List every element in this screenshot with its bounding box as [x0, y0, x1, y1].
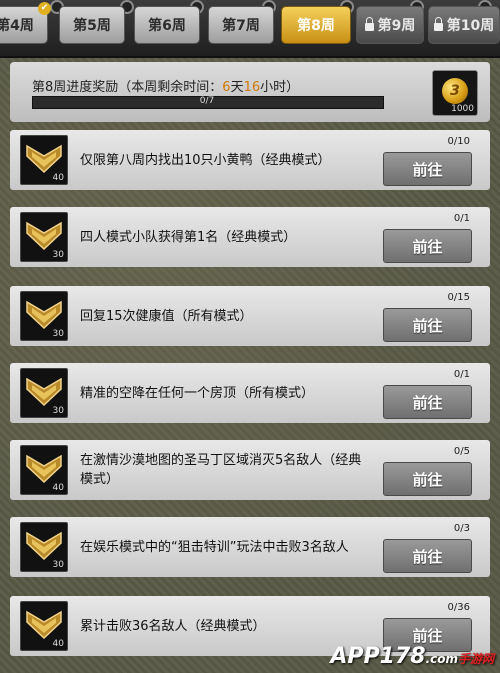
go-button[interactable]: 前往 — [383, 308, 472, 342]
task-progress: 0/36 — [447, 602, 470, 613]
task-row: 30 在娱乐模式中的“狙击特训”玩法中击败3名敌人 0/3 前往 — [10, 517, 490, 577]
lock-icon — [364, 17, 374, 31]
task-points: 30 — [52, 406, 64, 416]
tab-label: 第8周 — [297, 18, 335, 34]
task-points: 40 — [52, 173, 64, 183]
gold-coin-icon: 3 — [442, 78, 468, 104]
task-points: 40 — [52, 483, 64, 493]
lock-icon — [433, 17, 443, 31]
task-row: 40 仅限第八周内找出10只小黄鸭（经典模式） 0/10 前往 — [10, 130, 490, 190]
rank-badge: 30 — [20, 522, 68, 572]
watermark-main: APP178 — [330, 644, 426, 669]
tab-label: 第6周 — [148, 18, 186, 34]
chevron-rank-icon — [26, 144, 62, 174]
hours-unit: 小时） — [260, 80, 300, 95]
task-description: 在激情沙漠地图的圣马丁区域消灭5名敌人（经典模式） — [80, 453, 362, 487]
tab-label: 第10周 — [446, 18, 495, 34]
task-points: 30 — [52, 250, 64, 260]
go-button[interactable]: 前往 — [383, 462, 472, 496]
task-points: 30 — [52, 329, 64, 339]
task-row: 30 精准的空降在任何一个房顶（所有模式） 0/1 前往 — [10, 363, 490, 423]
task-description: 精准的空降在任何一个房顶（所有模式） — [80, 385, 315, 401]
tab-week-10[interactable]: 第10周 — [428, 6, 500, 44]
chevron-rank-icon — [26, 610, 62, 640]
go-button[interactable]: 前往 — [383, 229, 472, 263]
tab-week-4[interactable]: 第4周 ✔ — [0, 2, 51, 44]
task-progress: 0/3 — [453, 523, 470, 534]
rank-badge: 30 — [20, 212, 68, 262]
reward-slot[interactable]: 3 1000 — [432, 70, 478, 116]
rank-badge: 40 — [20, 601, 68, 651]
rank-badge: 30 — [20, 368, 68, 418]
task-description: 仅限第八周内找出10只小黄鸭（经典模式） — [80, 152, 331, 168]
week-tab-bar: 第4周 ✔ 第5周 第6周 第7周 第8周 第9周 第10周 — [0, 0, 500, 58]
remaining-days: 6 — [222, 80, 231, 95]
remaining-hours: 16 — [243, 80, 261, 95]
tab-label: 第4周 — [0, 18, 34, 34]
checkmark-icon: ✔ — [38, 2, 51, 15]
days-unit: 天 — [230, 80, 244, 95]
task-row: 30 四人模式小队获得第1名（经典模式） 0/1 前往 — [10, 207, 490, 267]
go-button[interactable]: 前往 — [383, 385, 472, 419]
chevron-rank-icon — [26, 454, 62, 484]
tab-week-5[interactable]: 第5周 — [59, 6, 125, 44]
progress-text: 0/7 — [199, 96, 215, 106]
tab-label: 第9周 — [377, 18, 416, 34]
rank-badge: 40 — [20, 135, 68, 185]
task-description: 四人模式小队获得第1名（经典模式） — [80, 229, 297, 245]
watermark-domain: .com — [425, 652, 458, 666]
rank-badge: 30 — [20, 291, 68, 341]
task-description: 累计击败36名敌人（经典模式） — [80, 618, 266, 634]
task-points: 40 — [52, 639, 64, 649]
progress-title: 第8周进度奖励（本周剩余时间：6天16小时） — [32, 76, 299, 95]
task-row: 30 回复15次健康值（所有模式） 0/15 前往 — [10, 286, 490, 346]
tab-week-7[interactable]: 第7周 — [208, 6, 274, 44]
chevron-rank-icon — [26, 221, 62, 251]
tab-week-8[interactable]: 第8周 — [281, 6, 351, 44]
tab-week-9[interactable]: 第9周 — [356, 6, 424, 44]
task-row: 40 在激情沙漠地图的圣马丁区域消灭5名敌人（经典模式） 0/5 前往 — [10, 440, 490, 500]
site-watermark: APP178.com手游网 — [330, 644, 494, 669]
tab-label: 第7周 — [222, 18, 260, 34]
watermark-sub: 手游网 — [457, 652, 494, 666]
task-progress: 0/5 — [453, 446, 470, 457]
weekly-progress-panel: 第8周进度奖励（本周剩余时间：6天16小时） 0/7 3 1000 — [10, 62, 490, 122]
go-button[interactable]: 前往 — [383, 539, 472, 573]
progress-title-text: 第8周进度奖励（本周剩余时间： — [32, 80, 223, 95]
task-progress: 0/1 — [453, 213, 470, 224]
task-progress: 0/10 — [447, 136, 470, 147]
tab-week-6[interactable]: 第6周 — [134, 6, 200, 44]
chevron-rank-icon — [26, 531, 62, 561]
task-progress: 0/1 — [453, 369, 470, 380]
reward-count: 1000 — [451, 104, 474, 114]
rank-badge: 40 — [20, 445, 68, 495]
task-progress: 0/15 — [447, 292, 470, 303]
task-description: 回复15次健康值（所有模式） — [80, 308, 253, 324]
task-points: 30 — [52, 560, 64, 570]
tab-label: 第5周 — [73, 18, 111, 34]
chevron-rank-icon — [26, 377, 62, 407]
go-button[interactable]: 前往 — [383, 152, 472, 186]
task-description: 在娱乐模式中的“狙击特训”玩法中击败3名敌人 — [80, 539, 349, 555]
chevron-rank-icon — [26, 300, 62, 330]
